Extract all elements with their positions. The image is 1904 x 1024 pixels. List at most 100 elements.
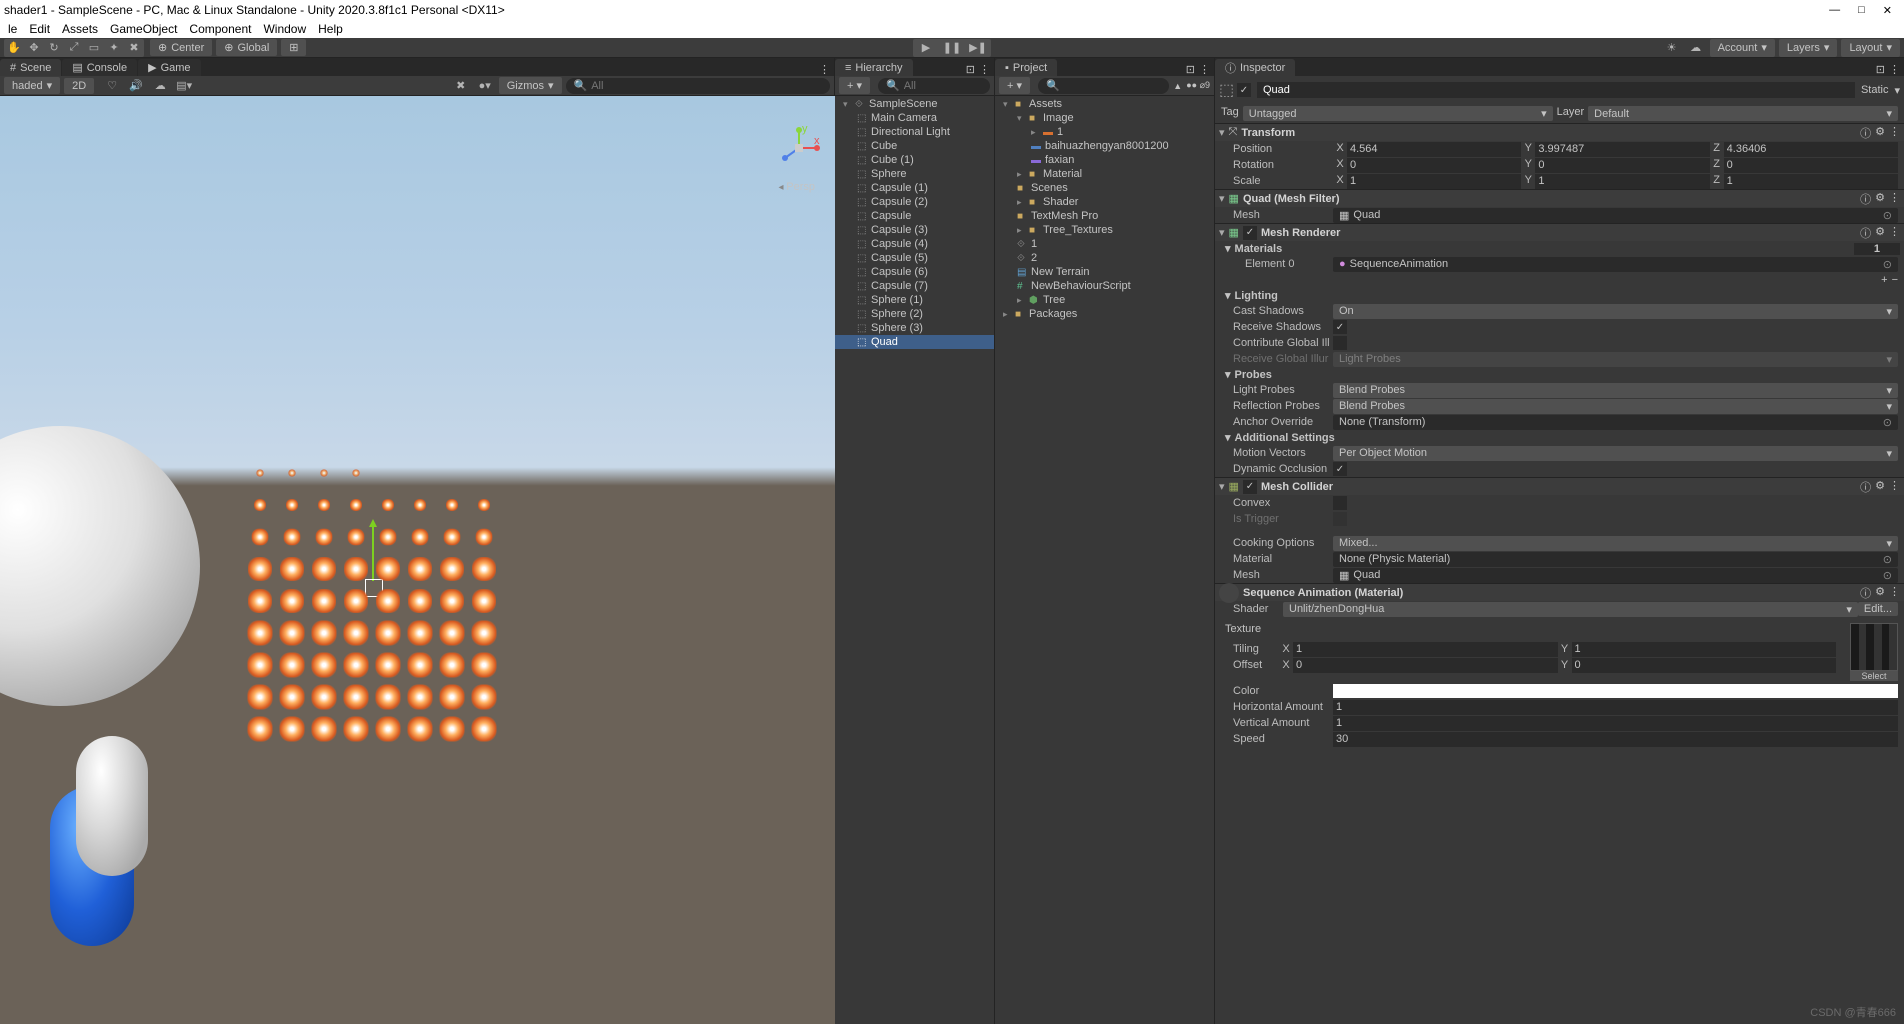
renderer-enabled[interactable]: [1243, 226, 1257, 240]
offset-x[interactable]: [1293, 658, 1558, 673]
preset-icon[interactable]: ⚙: [1875, 125, 1885, 141]
rect-tool-icon[interactable]: ▭: [84, 39, 104, 57]
gameobject-name[interactable]: [1257, 82, 1855, 98]
physmat-field[interactable]: None (Physic Material)⊙: [1333, 552, 1898, 567]
gizmo-icon[interactable]: ●▾: [475, 77, 495, 95]
help-icon[interactable]: ⓘ: [1860, 125, 1871, 141]
scale-x[interactable]: [1347, 174, 1521, 189]
menu-component[interactable]: Component: [189, 22, 251, 36]
additional-foldout[interactable]: ▾Additional Settings: [1215, 430, 1904, 445]
tab-project[interactable]: ▪Project: [995, 59, 1057, 76]
tab-inspector[interactable]: ⓘInspector: [1215, 59, 1295, 76]
asset-item[interactable]: #NewBehaviourScript: [995, 279, 1214, 293]
maximize-icon[interactable]: □: [1858, 4, 1865, 17]
hierarchy-item[interactable]: ⬚Sphere (1): [835, 293, 994, 307]
hierarchy-item[interactable]: ⬚Capsule: [835, 209, 994, 223]
tag-dropdown[interactable]: Untagged▾: [1243, 106, 1553, 121]
pos-y[interactable]: [1535, 142, 1709, 157]
project-search[interactable]: 🔍: [1038, 78, 1169, 94]
anchor-field[interactable]: None (Transform)⊙: [1333, 415, 1898, 430]
move-tool-icon[interactable]: ✥: [24, 39, 44, 57]
motion-vectors-dropdown[interactable]: Per Object Motion▾: [1333, 446, 1898, 461]
probes-foldout[interactable]: ▾Probes: [1215, 367, 1904, 382]
layers-dropdown[interactable]: Layers▾: [1779, 39, 1838, 57]
hierarchy-item[interactable]: ⬚Sphere (3): [835, 321, 994, 335]
orientation-gizmo[interactable]: y x: [777, 126, 821, 170]
custom-tool-icon[interactable]: ✖: [124, 39, 144, 57]
proj-menu-icon[interactable]: ⋮: [1199, 63, 1210, 76]
tab-menu-icon[interactable]: ⋮: [819, 63, 830, 76]
rot-y[interactable]: [1535, 158, 1709, 173]
hierarchy-item[interactable]: ⬚Cube (1): [835, 153, 994, 167]
menu-assets[interactable]: Assets: [62, 22, 98, 36]
asset-item[interactable]: ⟐1: [995, 237, 1214, 251]
tab-scene[interactable]: #Scene: [0, 59, 61, 76]
shader-dropdown[interactable]: Unlit/zhenDongHua▾: [1283, 602, 1858, 617]
contribute-gi-checkbox[interactable]: [1333, 336, 1347, 350]
hierarchy-item[interactable]: ⬚Capsule (2): [835, 195, 994, 209]
menu-help[interactable]: Help: [318, 22, 343, 36]
pos-z[interactable]: [1724, 142, 1898, 157]
scale-z[interactable]: [1724, 174, 1898, 189]
scene-view[interactable]: y x ◂ Persp: [0, 96, 835, 1024]
menu-gameobject[interactable]: GameObject: [110, 22, 177, 36]
play-button[interactable]: ▶: [913, 39, 939, 57]
image-folder[interactable]: ▾■Image: [995, 111, 1214, 125]
horizontal-amount[interactable]: [1333, 700, 1898, 715]
select-texture-button[interactable]: Select: [1850, 671, 1898, 681]
hierarchy-item[interactable]: ⬚Capsule (5): [835, 251, 994, 265]
meshfilter-header[interactable]: ▾▦Quad (Mesh Filter)ⓘ⚙⋮: [1215, 189, 1904, 207]
scale-y[interactable]: [1535, 174, 1709, 189]
hand-tool-icon[interactable]: ✋: [4, 39, 24, 57]
collider-mesh-field[interactable]: ▦Quad⊙: [1333, 568, 1898, 583]
packages-folder[interactable]: ▸■Packages: [995, 307, 1214, 321]
hierarchy-item[interactable]: ⬚Capsule (7): [835, 279, 994, 293]
material-header[interactable]: Sequence Animation (Material)ⓘ⚙⋮: [1215, 583, 1904, 601]
rot-x[interactable]: [1347, 158, 1521, 173]
hierarchy-item[interactable]: ⬚Capsule (6): [835, 265, 994, 279]
remove-element-icon[interactable]: −: [1892, 274, 1898, 286]
rot-z[interactable]: [1724, 158, 1898, 173]
mesh-field[interactable]: ▦Quad⊙: [1333, 208, 1898, 223]
menu-edit[interactable]: Edit: [29, 22, 50, 36]
dynamic-occlusion-checkbox[interactable]: [1333, 462, 1347, 476]
hierarchy-item[interactable]: ⬚Capsule (1): [835, 181, 994, 195]
camera-icon[interactable]: ✖: [451, 77, 471, 95]
menu-window[interactable]: Window: [263, 22, 306, 36]
scene-row[interactable]: ▾⟐SampleScene: [835, 97, 994, 111]
edit-shader-button[interactable]: Edit...: [1858, 602, 1898, 616]
cast-shadows-dropdown[interactable]: On▾: [1333, 304, 1898, 319]
active-checkbox[interactable]: [1237, 83, 1251, 97]
convex-checkbox[interactable]: [1333, 496, 1347, 510]
menu-icon[interactable]: ⋮: [1889, 125, 1900, 141]
scale-tool-icon[interactable]: ⤢: [64, 39, 84, 57]
hierarchy-item[interactable]: ⬚Directional Light: [835, 125, 994, 139]
cooking-dropdown[interactable]: Mixed...▾: [1333, 536, 1898, 551]
materials-foldout[interactable]: ▾Materials1: [1215, 241, 1904, 256]
cloud-icon[interactable]: ☁: [1686, 39, 1706, 57]
lighting-foldout[interactable]: ▾Lighting: [1215, 288, 1904, 303]
hierarchy-tree[interactable]: ▾⟐SampleScene ⬚Main Camera ⬚Directional …: [835, 96, 994, 1024]
rotate-tool-icon[interactable]: ↻: [44, 39, 64, 57]
2d-toggle[interactable]: 2D: [64, 78, 94, 94]
asset-item[interactable]: ▬faxian: [995, 153, 1214, 167]
tiling-x[interactable]: [1293, 642, 1558, 657]
hierarchy-item[interactable]: ⬚Sphere (2): [835, 307, 994, 321]
layer-dropdown[interactable]: Default▾: [1588, 106, 1898, 121]
asset-item[interactable]: ▤New Terrain: [995, 265, 1214, 279]
pos-x[interactable]: [1347, 142, 1521, 157]
tmp-folder[interactable]: ■TextMesh Pro: [995, 209, 1214, 223]
audio-icon[interactable]: 🔊: [126, 77, 146, 95]
meshrenderer-header[interactable]: ▾▦Mesh Rendererⓘ⚙⋮: [1215, 223, 1904, 241]
layout-dropdown[interactable]: Layout▾: [1841, 39, 1900, 57]
sceneview-icon[interactable]: ▤▾: [174, 77, 194, 95]
perspective-label[interactable]: ◂ Persp: [778, 181, 815, 193]
transform-tool-icon[interactable]: ✦: [104, 39, 124, 57]
vertical-amount[interactable]: [1333, 716, 1898, 731]
hier-menu-icon[interactable]: ⋮: [979, 63, 990, 76]
material-field[interactable]: ●SequenceAnimation⊙: [1333, 257, 1898, 272]
color-field[interactable]: [1333, 684, 1898, 698]
collab-icon[interactable]: ☀: [1662, 39, 1682, 57]
minimize-icon[interactable]: —: [1829, 4, 1840, 17]
reflection-probes-dropdown[interactable]: Blend Probes▾: [1333, 399, 1898, 414]
